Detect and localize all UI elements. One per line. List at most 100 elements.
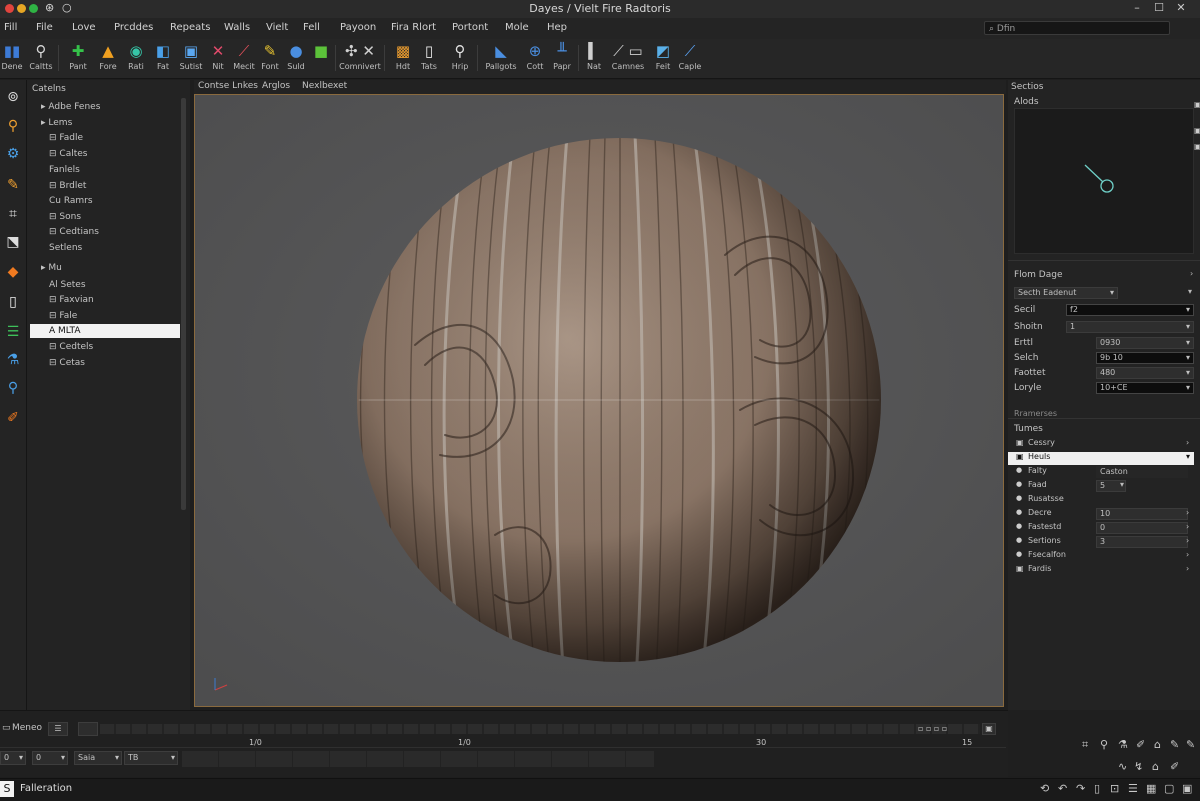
brush-icon[interactable]: ✐ (1136, 738, 1145, 751)
outliner-item[interactable]: ⊟ Faxvian (49, 293, 94, 307)
tab-nexlbexet[interactable]: Nexlbexet (302, 81, 347, 91)
timeline-track[interactable] (100, 724, 980, 734)
undo-icon[interactable]: ↶ (1058, 782, 1067, 795)
outliner-item[interactable]: Setlens (49, 241, 82, 255)
outliner-item[interactable]: ⊟ Fadle (49, 131, 83, 145)
eyedropper-icon[interactable]: ⚗ (1118, 738, 1128, 751)
minimize-icon[interactable]: – (1130, 1, 1144, 14)
home-icon[interactable]: ⌂ (1154, 738, 1161, 751)
side-button-2[interactable]: ▣ (1194, 126, 1200, 135)
tool-comnivert[interactable]: ✣ ✕ Comnivert (339, 39, 381, 78)
tune-row[interactable]: ● Faad 5 ▾ (1008, 480, 1194, 493)
outliner-item[interactable]: ⊟ Fale (49, 309, 77, 323)
expand-arrow-icon[interactable]: ▸ (41, 102, 46, 112)
move-icon[interactable]: ⚲ (3, 116, 23, 136)
dopesheet-track[interactable] (182, 751, 654, 767)
document-icon[interactable]: ▯ (3, 292, 23, 312)
tune-row[interactable]: ● Decre 10 › (1008, 508, 1194, 521)
outliner-item[interactable]: ▸ Mu (41, 261, 62, 275)
timeline-icon[interactable]: ▭ (2, 723, 11, 733)
tool-cube[interactable]: ■ (303, 39, 339, 78)
timeline-keys[interactable]: ▫ ▫ ▫ ▫ (918, 724, 947, 733)
rotate-icon[interactable]: ⚙ (3, 144, 23, 164)
menu-love[interactable]: Love (72, 22, 96, 33)
tune-field[interactable]: 10 (1096, 508, 1188, 520)
outliner-item[interactable]: ▸ Lems (41, 116, 72, 130)
layers-icon[interactable]: ☰ (1128, 782, 1138, 795)
tune-row[interactable]: ● Sertions 3 › (1008, 536, 1194, 549)
tune-row[interactable]: ● Fastestd 0 › (1008, 522, 1194, 535)
eraser-icon[interactable]: ⬔ (3, 232, 23, 252)
person-icon[interactable]: ⚲ (1100, 738, 1108, 751)
search-input[interactable]: ⌕ Dfin (984, 21, 1170, 35)
tool-camnes[interactable]: ⟋ ▭ Camnes (610, 39, 646, 78)
menu-vielt[interactable]: Vielt (266, 22, 288, 33)
tab-arglos[interactable]: Arglos (262, 81, 290, 91)
link-icon[interactable]: ∿ (1118, 760, 1127, 773)
material-preview[interactable] (1014, 108, 1194, 254)
home2-icon[interactable]: ⌂ (1152, 760, 1159, 773)
outliner-item[interactable]: Cu Ramrs (49, 194, 93, 208)
pencil-icon[interactable]: ✎ (3, 175, 23, 195)
menu-fill[interactable]: Fill (4, 22, 17, 33)
tool-caple[interactable]: ⟋ Caple (672, 39, 708, 78)
outliner-scrollbar[interactable] (181, 98, 186, 510)
outliner-item[interactable]: ⊟ Cetas (49, 356, 85, 370)
tool-hrip[interactable]: ⚲ Hrip (442, 39, 478, 78)
timeline-field-tb[interactable]: TB ▾ (124, 751, 178, 765)
lasso-icon[interactable]: ↯ (1134, 760, 1143, 773)
prop-field-erttl[interactable]: 0930 ▾ (1096, 337, 1194, 349)
timeline-frame-field[interactable] (78, 722, 98, 736)
mode-indicator[interactable]: S (0, 781, 14, 797)
tune-field[interactable]: 3 (1096, 536, 1188, 548)
magnify-icon[interactable]: ⚲ (3, 378, 23, 398)
menu-repeats[interactable]: Repeats (170, 22, 210, 33)
timeline-field-start[interactable]: 0 ▾ (0, 751, 26, 765)
3d-viewport[interactable] (194, 94, 1004, 707)
tune-row[interactable]: ▣ Cessry › (1008, 438, 1194, 451)
edit-icon[interactable]: ✎ (1186, 738, 1195, 751)
tune-row[interactable]: ● Falty Caston (1008, 466, 1194, 479)
menu-mole[interactable]: Mole (505, 22, 529, 33)
menu-hep[interactable]: Hep (547, 22, 567, 33)
menu-fell[interactable]: Fell (303, 22, 320, 33)
prop-field-secil[interactable]: f2 ▾ (1066, 304, 1194, 316)
tool-pallgots[interactable]: ◣ Pallgots (483, 39, 519, 78)
tune-row[interactable]: ● Fsecalfon › (1008, 550, 1194, 563)
preset-dropdown[interactable]: Secth Eadenut ▾ (1014, 287, 1118, 299)
menu-file[interactable]: File (36, 22, 53, 33)
chevron-down-icon[interactable]: ▾ (1188, 287, 1192, 296)
tool-nat[interactable]: ▍ Nat (576, 39, 612, 78)
bucket-icon[interactable]: ◆ (3, 262, 23, 282)
menu-fira-rlort[interactable]: Fira Rlort (391, 22, 436, 33)
sync-icon[interactable]: ⟲ (1040, 782, 1049, 795)
grid-icon[interactable]: ▦ (1146, 782, 1156, 795)
close-icon[interactable]: ✕ (1174, 1, 1188, 14)
menu-portont[interactable]: Portont (452, 22, 488, 33)
outliner-item[interactable]: ⊟ Cedtians (49, 225, 99, 239)
crop-icon[interactable]: ⌗ (1082, 738, 1088, 752)
tune-row[interactable]: ● Rusatsse (1008, 494, 1194, 507)
lock-icon[interactable]: ⊡ (1110, 782, 1119, 795)
redo-icon[interactable]: ↷ (1076, 782, 1085, 795)
box-icon[interactable]: ▣ (1182, 782, 1192, 795)
menu-walls[interactable]: Walls (224, 22, 250, 33)
expand-arrow-icon[interactable]: ▸ (41, 263, 46, 273)
timeline-field-saia[interactable]: Saia ▾ (74, 751, 122, 765)
outliner-item[interactable]: ▸ Adbe Fenes (41, 100, 100, 114)
brush2-icon[interactable]: ✐ (1170, 760, 1179, 773)
orbit-icon[interactable]: ⊚ (3, 87, 23, 107)
outliner-item[interactable]: ⊟ Brdlet (49, 179, 86, 193)
side-button-1[interactable]: ▣ (1194, 100, 1200, 109)
timeline-loop-toggle[interactable]: ▣ (982, 723, 996, 735)
frame-icon[interactable]: ▢ (1164, 782, 1174, 795)
prop-field-loryle[interactable]: 10+CE ▾ (1096, 382, 1194, 394)
timeline-menu-button[interactable]: ☰ (48, 722, 68, 736)
prop-field-shoitn[interactable]: 1 ▾ (1066, 321, 1194, 333)
tool-caltts[interactable]: ⚲ Caltts (23, 39, 59, 78)
outliner-item[interactable]: Al Setes (49, 278, 86, 292)
timeline-field-end[interactable]: 0 ▾ (32, 751, 68, 765)
pen-icon[interactable]: ✎ (1170, 738, 1179, 751)
prop-field-selch[interactable]: 9b 10 ▾ (1096, 352, 1194, 364)
outliner-item[interactable]: ⊟ Sons (49, 210, 81, 224)
